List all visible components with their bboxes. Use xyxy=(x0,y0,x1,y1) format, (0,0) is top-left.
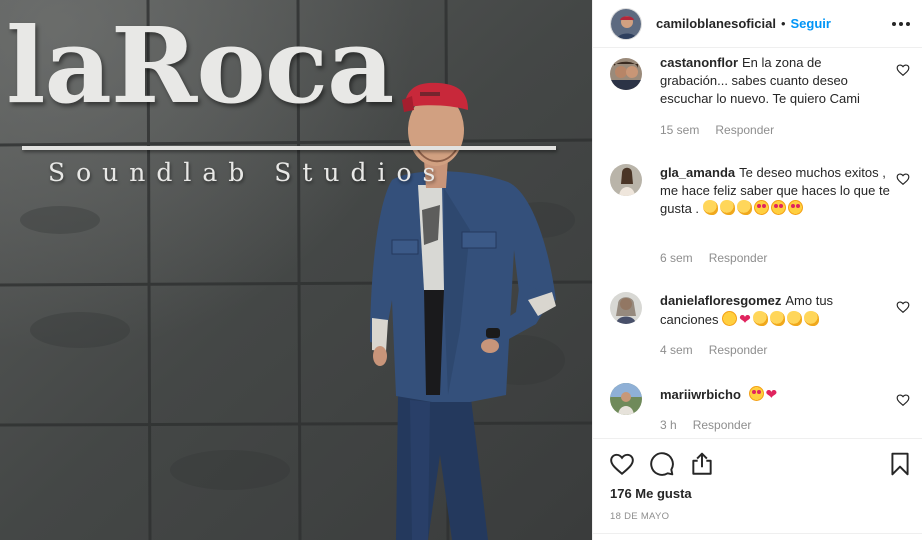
comment-time[interactable]: 3 h xyxy=(660,418,677,432)
comment-username[interactable]: gla_amanda xyxy=(660,165,735,180)
comment-bubble-icon[interactable] xyxy=(649,451,675,477)
comment-meta: 15 sem Responder xyxy=(660,123,774,137)
share-icon[interactable] xyxy=(689,451,715,477)
clapping-hands-icon xyxy=(803,311,819,326)
brand-logo-main: laRoca xyxy=(6,4,394,127)
comment-meta: 6 sem Responder xyxy=(660,251,767,265)
commenter-avatar[interactable] xyxy=(610,164,642,196)
comment-meta: 3 h Responder xyxy=(660,418,751,432)
more-options-icon[interactable] xyxy=(891,14,911,34)
comment-like-heart-icon[interactable] xyxy=(896,63,910,77)
comment-emojis xyxy=(702,200,805,216)
comment-item: mariiwrbicho ❤ 3 h Responder xyxy=(610,383,910,438)
clapping-hands-icon xyxy=(736,200,752,215)
reply-button[interactable]: Responder xyxy=(709,343,768,357)
comment-text-block: mariiwrbicho ❤ xyxy=(660,385,890,404)
comment-text-block: castanonflor En la zona de grabación... s… xyxy=(660,54,890,108)
clapping-hands-icon xyxy=(719,200,735,215)
comment-username[interactable]: danielafloresgomez xyxy=(660,293,781,308)
brand-logo-subtitle: Soundlab Studios xyxy=(48,158,447,187)
post-side-panel: camiloblanesoficial • Seguir castanonflo… xyxy=(592,0,922,540)
comment-like-heart-icon[interactable] xyxy=(896,172,910,186)
comments-list[interactable]: castanonflor En la zona de grabación... s… xyxy=(593,48,922,438)
comment-username[interactable]: castanonflor xyxy=(660,55,738,70)
heart-outline-icon[interactable] xyxy=(609,451,635,477)
clapping-hands-icon xyxy=(702,200,718,215)
brand-logo-rule xyxy=(22,146,556,150)
comment-time[interactable]: 6 sem xyxy=(660,251,693,265)
comment-item: danielafloresgomez Amo tus canciones ❤ 4 … xyxy=(610,292,910,364)
clapping-hands-icon xyxy=(769,311,785,326)
heart-eyes-icon xyxy=(787,200,803,215)
comment-username[interactable]: mariiwrbicho xyxy=(660,387,741,402)
red-heart-icon: ❤ xyxy=(739,311,751,327)
comment-like-heart-icon[interactable] xyxy=(896,393,910,407)
post-header: camiloblanesoficial • Seguir xyxy=(593,0,922,48)
header-separator: • xyxy=(780,16,786,31)
comment-item: castanonflor En la zona de grabación... s… xyxy=(610,55,910,144)
post-photo[interactable]: laRoca Soundlab Studios xyxy=(0,0,592,540)
comment-time[interactable]: 4 sem xyxy=(660,343,693,357)
blushing-face-icon xyxy=(722,311,738,326)
commenter-avatar[interactable] xyxy=(610,383,642,415)
follow-button[interactable]: Seguir xyxy=(791,16,831,31)
comment-item: gla_amanda Te deseo muchos exitos , me ha… xyxy=(610,164,910,274)
comment-like-heart-icon[interactable] xyxy=(896,300,910,314)
heart-with-ribbon-icon: ❤ xyxy=(765,386,778,402)
clapping-hands-icon xyxy=(752,311,768,326)
bookmark-icon[interactable] xyxy=(887,451,913,477)
post-date: 18 DE MAYO xyxy=(610,511,670,522)
reply-button[interactable]: Responder xyxy=(709,251,768,265)
post-actions-bar: 176 Me gusta 18 DE MAYO xyxy=(593,438,922,540)
likes-count[interactable]: 176 Me gusta xyxy=(610,486,692,501)
author-avatar[interactable] xyxy=(610,7,642,40)
comment-meta: 4 sem Responder xyxy=(660,343,767,357)
heart-eyes-icon xyxy=(753,200,769,215)
comment-emojis: ❤ xyxy=(722,311,821,327)
comment-time[interactable]: 15 sem xyxy=(660,123,699,137)
divider xyxy=(593,533,922,534)
clapping-hands-icon xyxy=(786,311,802,326)
commenter-avatar[interactable] xyxy=(610,292,642,324)
reply-button[interactable]: Responder xyxy=(693,418,752,432)
commenter-avatar[interactable] xyxy=(610,58,642,90)
heart-eyes-icon xyxy=(770,200,786,215)
comment-text-block: danielafloresgomez Amo tus canciones ❤ xyxy=(660,292,890,329)
author-username[interactable]: camiloblanesoficial xyxy=(656,16,776,31)
comment-emojis: ❤ xyxy=(748,386,780,402)
heart-eyes-icon xyxy=(748,386,764,401)
comment-text-block: gla_amanda Te deseo muchos exitos , me ha… xyxy=(660,164,890,218)
action-icons-group xyxy=(609,451,715,477)
reply-button[interactable]: Responder xyxy=(715,123,774,137)
